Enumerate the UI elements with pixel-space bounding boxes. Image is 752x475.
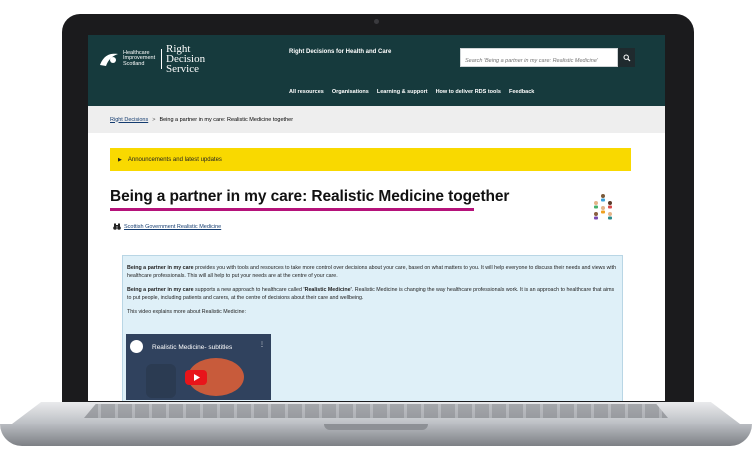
intro-bold-3: 'Realistic Medicine'	[303, 286, 352, 293]
announcements-label: Announcements and latest updates	[127, 156, 222, 163]
nav-item-all-resources[interactable]: All resources	[289, 89, 324, 95]
video-title: Realistic Medicine- subtitles	[152, 344, 233, 351]
webcam	[374, 19, 379, 24]
people-group-icon	[594, 194, 612, 220]
source-link[interactable]: Scottish Government Realistic Medicine	[113, 223, 221, 230]
search-input[interactable]	[461, 52, 617, 70]
video-player[interactable]: Realistic Medicine- subtitles ⋮	[126, 334, 271, 400]
laptop-notch	[324, 424, 428, 430]
video-more-icon[interactable]: ⋮	[259, 341, 265, 348]
nav-item-feedback[interactable]: Feedback	[509, 89, 534, 95]
site-name[interactable]: Right Decisions for Health and Care	[289, 49, 391, 55]
announcements-toggle[interactable]: ▶ Announcements and latest updates	[110, 148, 631, 171]
intro-bold-1: Being a partner in my care	[127, 265, 194, 271]
search-box	[460, 48, 618, 70]
logo-divider	[161, 49, 162, 69]
nav-item-organisations[interactable]: Organisations	[332, 89, 369, 95]
binoculars-icon	[113, 223, 121, 230]
laptop-screen: Healthcare Improvement Scotland Right De…	[88, 35, 665, 401]
channel-avatar	[130, 340, 143, 353]
intro-paragraph-2: Being a partner in my care supports a ne…	[127, 286, 618, 303]
site-header: Healthcare Improvement Scotland Right De…	[88, 35, 665, 106]
breadcrumb-home-link[interactable]: Right Decisions	[110, 117, 148, 123]
play-button[interactable]	[185, 370, 207, 385]
main-nav: All resources Organisations Learning & s…	[289, 89, 534, 95]
breadcrumb: Right Decisions > Being a partner in my …	[88, 106, 665, 133]
his-logo-icon	[98, 51, 120, 68]
search-button[interactable]	[618, 48, 635, 67]
play-icon	[193, 374, 200, 381]
site-logo[interactable]: Healthcare Improvement Scotland Right De…	[98, 43, 226, 75]
intro-paragraph-3: This video explains more about Realistic…	[127, 308, 246, 315]
nav-item-how-to-deliver[interactable]: How to deliver RDS tools	[436, 89, 501, 95]
logo-org-name: Healthcare Improvement Scotland	[123, 49, 156, 67]
breadcrumb-current: Being a partner in my care: Realistic Me…	[159, 116, 294, 123]
search-icon	[623, 54, 630, 61]
breadcrumb-separator: >	[152, 116, 156, 123]
nav-item-learning-support[interactable]: Learning & support	[377, 89, 428, 95]
expand-triangle-icon: ▶	[118, 156, 122, 163]
source-label: Scottish Government Realistic Medicine	[124, 223, 222, 230]
intro-text-2a: supports a new approach to healthcare ca…	[193, 286, 304, 293]
intro-text-1: provides you with tools and resources to…	[127, 265, 617, 280]
title-underline	[110, 208, 474, 211]
intro-bold-2: Being a partner in my care	[127, 286, 194, 293]
video-thumbnail-figure	[146, 364, 176, 398]
intro-paragraph-1: Being a partner in my care provides you …	[127, 264, 618, 281]
logo-service-name: Right Decision Service	[166, 43, 206, 75]
laptop-keys	[84, 404, 668, 418]
page-title: Being a partner in my care: Realistic Me…	[110, 188, 510, 205]
